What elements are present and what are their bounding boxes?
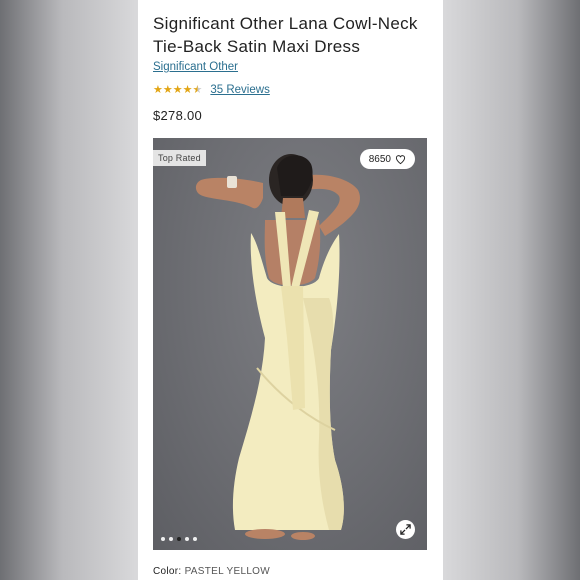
- price: $278.00: [153, 108, 203, 123]
- like-count: 8650: [368, 153, 391, 165]
- product-title: Significant Other Lana Cowl-Neck Tie-Bac…: [153, 14, 418, 56]
- left-backdrop: [0, 0, 138, 580]
- brand-link[interactable]: Significant Other: [153, 61, 238, 73]
- star-icon: ★: [162, 84, 173, 96]
- color-label: Color:: [153, 566, 182, 577]
- right-backdrop: [442, 0, 580, 580]
- carousel-dot-active[interactable]: [177, 537, 181, 541]
- rating-row: ★ ★ ★ ★ ★ 35 Reviews: [153, 83, 270, 97]
- carousel-dot[interactable]: [169, 537, 173, 541]
- carousel-dot[interactable]: [161, 537, 165, 541]
- half-star-icon: ★: [192, 84, 203, 96]
- heart-icon: [395, 154, 406, 164]
- star-icon: ★: [182, 84, 193, 96]
- expand-icon: [400, 524, 411, 535]
- product-image[interactable]: Top Rated 8650: [153, 138, 427, 550]
- color-selection: Color: PASTEL YELLOW: [153, 566, 270, 577]
- reviews-link[interactable]: 35 Reviews: [210, 84, 269, 96]
- product-card: Significant Other Lana Cowl-Neck Tie-Bac…: [138, 0, 443, 580]
- star-icon: ★: [153, 84, 163, 96]
- dress-photo: [195, 154, 360, 540]
- carousel-dots: [161, 537, 197, 541]
- star-rating: ★ ★ ★ ★ ★: [153, 84, 202, 96]
- expand-button[interactable]: [396, 520, 415, 539]
- color-value: PASTEL YELLOW: [184, 566, 270, 577]
- carousel-dot[interactable]: [185, 537, 189, 541]
- top-rated-badge: Top Rated: [153, 150, 206, 166]
- star-icon: ★: [172, 84, 183, 96]
- like-button[interactable]: 8650: [359, 149, 415, 169]
- carousel-dot[interactable]: [193, 537, 197, 541]
